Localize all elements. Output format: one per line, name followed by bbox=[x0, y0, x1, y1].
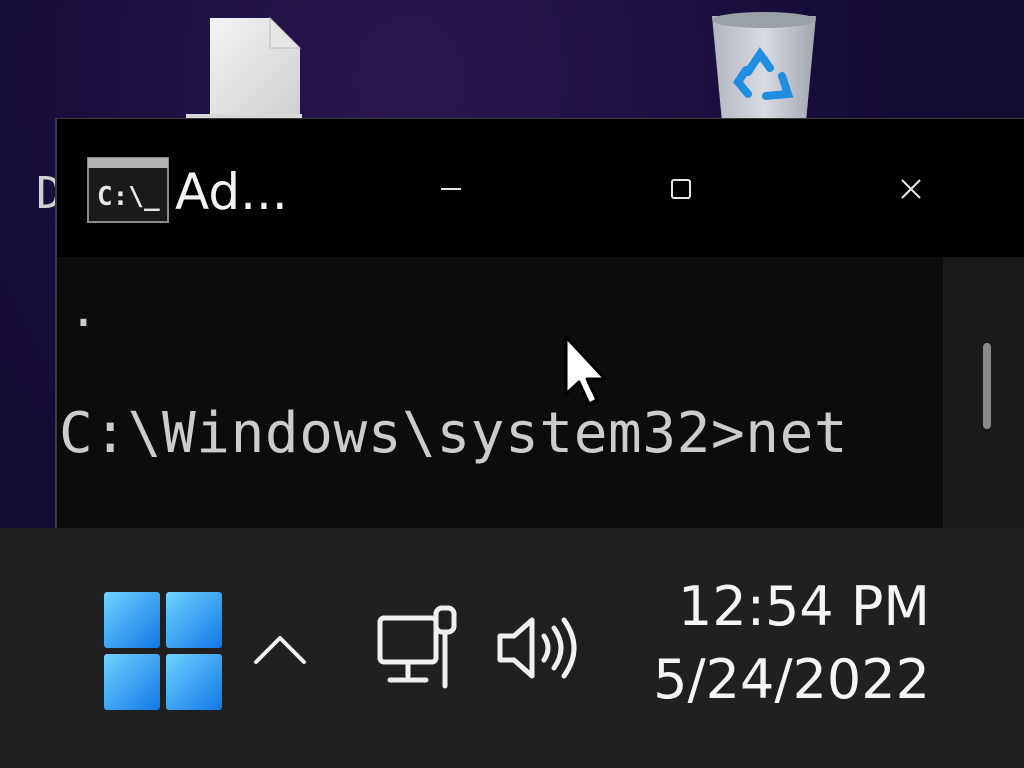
window-title: Ad... bbox=[175, 163, 288, 221]
document-icon[interactable] bbox=[186, 14, 302, 122]
mouse-cursor-icon bbox=[564, 335, 607, 406]
minimize-icon bbox=[441, 188, 461, 190]
clock-date: 5/24/2022 bbox=[653, 648, 930, 711]
maximize-button[interactable] bbox=[646, 159, 716, 219]
close-icon bbox=[901, 179, 921, 199]
clock-time: 12:54 PM bbox=[678, 575, 930, 638]
scrollbar-thumb[interactable] bbox=[983, 343, 991, 429]
minimize-button[interactable] bbox=[416, 159, 486, 219]
system-clock[interactable]: 12:54 PM 5/24/2022 bbox=[653, 572, 930, 718]
console-line: . bbox=[69, 282, 98, 338]
network-icon[interactable] bbox=[374, 604, 466, 694]
volume-icon[interactable] bbox=[494, 610, 584, 686]
windows-start-icon[interactable] bbox=[104, 592, 222, 710]
vertical-scrollbar[interactable] bbox=[943, 257, 1024, 529]
command-prompt-line: C:\Windows\system32>net bbox=[59, 401, 849, 466]
maximize-icon bbox=[671, 179, 691, 199]
console-output[interactable]: . C:\Windows\system32>net bbox=[57, 257, 943, 529]
taskbar: 12:54 PM 5/24/2022 bbox=[0, 528, 1024, 768]
close-button[interactable] bbox=[876, 159, 946, 219]
recycle-bin-icon[interactable] bbox=[700, 10, 828, 122]
command-prompt-icon: C:\_ bbox=[87, 157, 169, 223]
command-prompt-window[interactable]: C:\_ Ad... . C:\Windows\system32>net bbox=[55, 118, 1024, 529]
title-bar[interactable]: C:\_ Ad... bbox=[57, 119, 1024, 257]
chevron-up-icon[interactable] bbox=[250, 624, 310, 674]
svg-text:C:\_: C:\_ bbox=[97, 182, 160, 212]
